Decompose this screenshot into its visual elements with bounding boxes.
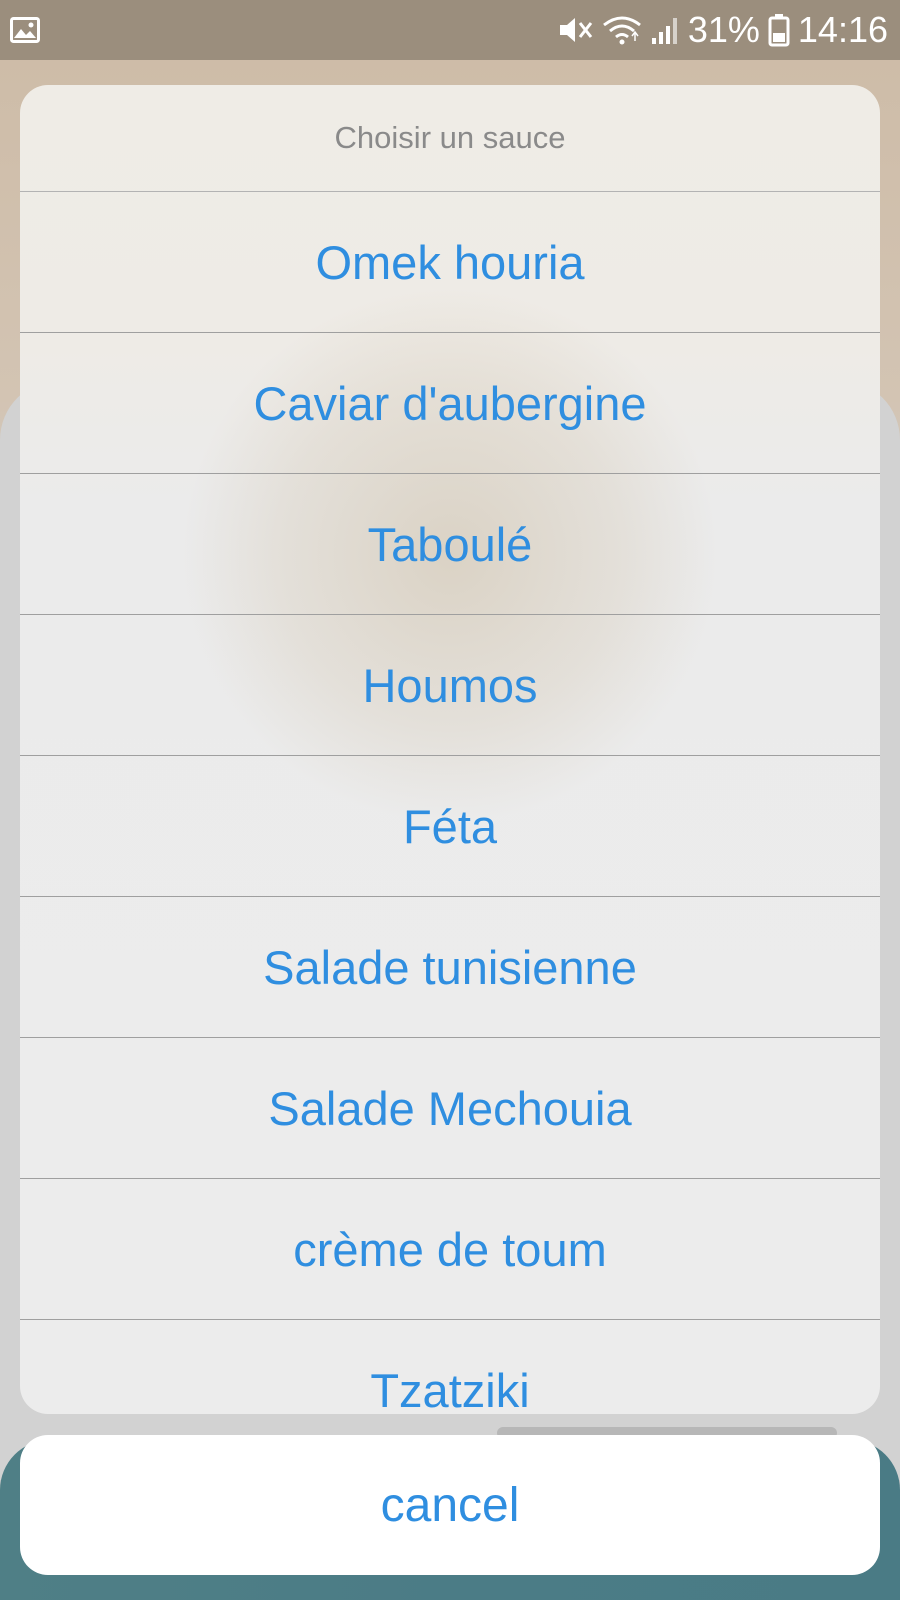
signal-icon bbox=[651, 18, 677, 44]
clock: 14:16 bbox=[797, 9, 888, 50]
option-omek-houria[interactable]: Omek houria bbox=[20, 192, 880, 333]
option-caviar-aubergine[interactable]: Caviar d'aubergine bbox=[20, 333, 880, 474]
cancel-button[interactable]: cancel bbox=[20, 1435, 880, 1575]
option-salade-mechouia[interactable]: Salade Mechouia bbox=[20, 1038, 880, 1179]
gallery-icon bbox=[10, 17, 40, 43]
option-feta[interactable]: Féta bbox=[20, 756, 880, 897]
option-list: Omek houria Caviar d'aubergine Taboulé H… bbox=[20, 192, 880, 1414]
option-houmos[interactable]: Houmos bbox=[20, 615, 880, 756]
option-tzatziki[interactable]: Tzatziki bbox=[20, 1320, 880, 1415]
mute-icon bbox=[559, 18, 593, 42]
option-salade-tunisienne[interactable]: Salade tunisienne bbox=[20, 897, 880, 1038]
option-creme-de-toum[interactable]: crème de toum bbox=[20, 1179, 880, 1320]
battery-percent: 31% bbox=[687, 9, 760, 50]
sheet-title: Choisir un sauce bbox=[20, 85, 880, 192]
status-bar: 31% 14:16 bbox=[0, 0, 900, 60]
action-sheet: Choisir un sauce Omek houria Caviar d'au… bbox=[20, 85, 880, 1414]
status-icons: 31% 14:16 bbox=[558, 0, 888, 60]
wifi-icon bbox=[602, 16, 641, 45]
battery-icon bbox=[768, 14, 790, 47]
option-taboule[interactable]: Taboulé bbox=[20, 474, 880, 615]
